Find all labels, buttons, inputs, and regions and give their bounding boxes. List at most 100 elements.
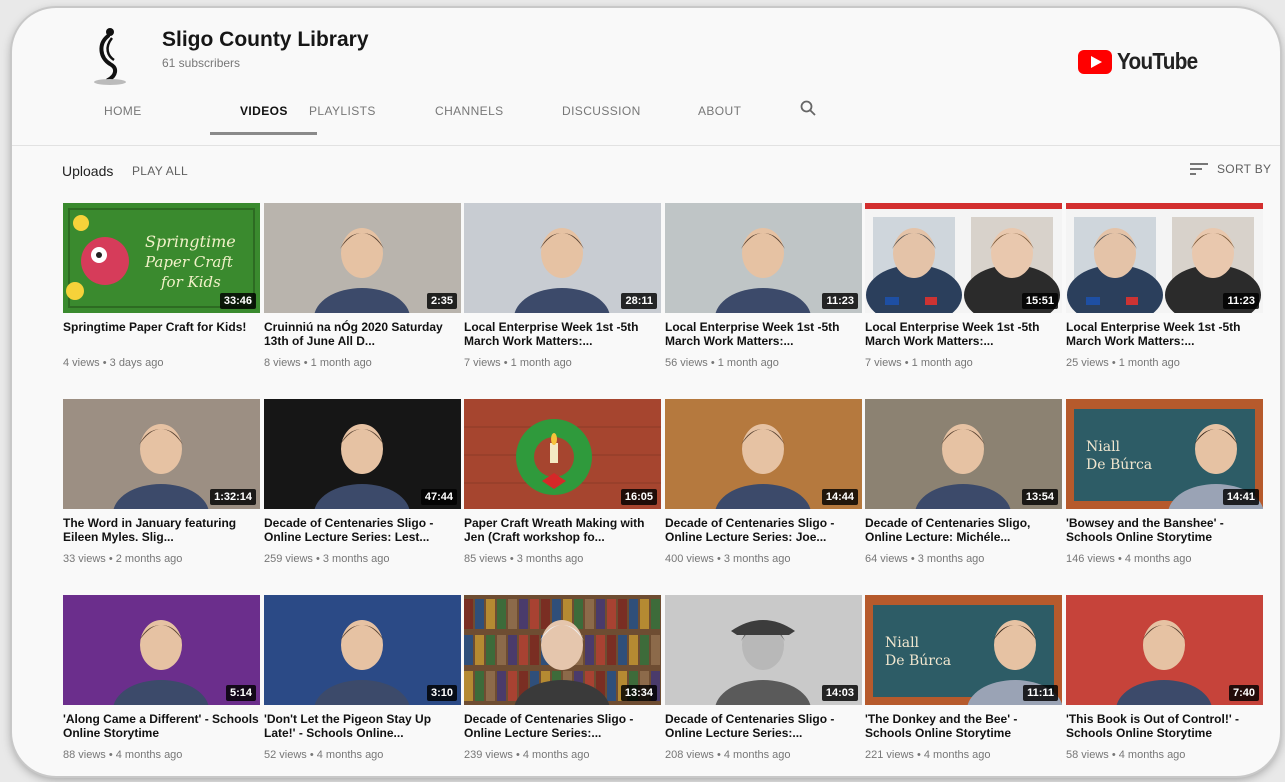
video-title[interactable]: Decade of Centenaries Sligo, Online Lect…	[865, 516, 1062, 544]
video-title[interactable]: Paper Craft Wreath Making with Jen (Craf…	[464, 516, 661, 544]
video-card[interactable]: 14:44 Decade of Centenaries Sligo - Onlin…	[665, 399, 862, 565]
play-all-button[interactable]: PLAY ALL	[132, 164, 188, 178]
video-title[interactable]: The Word in January featuring Eileen Myl…	[63, 516, 260, 544]
video-thumbnail[interactable]: 2:35	[264, 203, 461, 313]
video-card[interactable]: Niall De Búrca 11:11 'The Donkey and the Be…	[865, 595, 1062, 761]
thumb-text: for Kids	[160, 273, 221, 291]
video-title[interactable]: Springtime Paper Craft for Kids!	[63, 320, 260, 348]
search-icon[interactable]	[800, 100, 816, 121]
video-title[interactable]: Cruinniú na nÓg 2020 Saturday 13th of Ju…	[264, 320, 461, 348]
thumb-text: Paper Craft	[144, 253, 234, 271]
youtube-wordmark: YouTube	[1117, 48, 1198, 74]
video-card[interactable]: 2:35 Cruinniú na nÓg 2020 Saturday 13th o…	[264, 203, 461, 369]
video-meta: 7 views • 1 month ago	[865, 357, 973, 369]
tab-about[interactable]: ABOUT	[698, 104, 741, 118]
tab-discussion[interactable]: DISCUSSION	[562, 104, 641, 118]
video-thumbnail[interactable]: 11:23	[665, 203, 862, 313]
video-duration: 3:10	[426, 685, 457, 701]
video-duration: 5:14	[225, 685, 256, 701]
video-title[interactable]: Local Enterprise Week 1st -5th March Wor…	[865, 320, 1062, 348]
video-thumbnail[interactable]: Springtime Paper Craft for Kids 33:46	[63, 203, 260, 313]
video-thumbnail[interactable]: 16:05	[464, 399, 661, 509]
video-duration: 7:40	[1228, 685, 1259, 701]
video-card[interactable]: 5:14 'Along Came a Different' - Schools O…	[63, 595, 260, 761]
uploads-heading: Uploads	[62, 163, 114, 179]
video-title[interactable]: Decade of Centenaries Sligo - Online Lec…	[665, 516, 862, 544]
video-duration: 28:11	[621, 293, 657, 309]
video-duration: 11:23	[1223, 293, 1259, 309]
video-thumbnail[interactable]: 5:14	[63, 595, 260, 705]
video-card[interactable]: 16:05 Paper Craft Wreath Making with Jen …	[464, 399, 661, 565]
sort-by-label: SORT BY	[1217, 162, 1272, 176]
video-card[interactable]: 14:03 Decade of Centenaries Sligo - Onlin…	[665, 595, 862, 761]
youtube-channel-window: Sligo County Library 61 subscribers YouT…	[12, 8, 1280, 776]
video-thumbnail[interactable]: 13:34	[464, 595, 661, 705]
video-duration: 11:23	[822, 293, 858, 309]
tab-channels[interactable]: CHANNELS	[435, 104, 504, 118]
video-meta: 25 views • 1 month ago	[1066, 357, 1180, 369]
video-duration: 14:41	[1222, 489, 1259, 505]
video-thumbnail[interactable]: 14:44	[665, 399, 862, 509]
channel-avatar[interactable]	[84, 22, 136, 88]
video-duration: 33:46	[219, 293, 256, 309]
video-card[interactable]: 15:51 Local Enterprise Week 1st -5th Marc…	[865, 203, 1062, 369]
video-thumbnail[interactable]: 7:40	[1066, 595, 1263, 705]
video-thumbnail[interactable]: 13:54	[865, 399, 1062, 509]
video-card[interactable]: 13:34 Decade of Centenaries Sligo - Onlin…	[464, 595, 661, 761]
video-thumbnail[interactable]: 47:44	[264, 399, 461, 509]
video-thumbnail[interactable]: 11:23	[1066, 203, 1263, 313]
video-thumbnail[interactable]: Niall De Búrca 11:11	[865, 595, 1062, 705]
header-divider	[12, 145, 1280, 146]
tab-home[interactable]: HOME	[104, 104, 142, 118]
video-meta: 259 views • 3 months ago	[264, 553, 390, 565]
sort-icon	[1190, 163, 1208, 175]
video-meta: 52 views • 4 months ago	[264, 749, 384, 761]
video-thumbnail[interactable]: 14:03	[665, 595, 862, 705]
video-thumbnail[interactable]: 28:11	[464, 203, 661, 313]
video-card[interactable]: 13:54 Decade of Centenaries Sligo, Online…	[865, 399, 1062, 565]
video-card[interactable]: 3:10 'Don't Let the Pigeon Stay Up Late!'…	[264, 595, 461, 761]
video-title[interactable]: Decade of Centenaries Sligo - Online Lec…	[665, 712, 862, 740]
video-meta: 8 views • 1 month ago	[264, 357, 372, 369]
video-meta: 208 views • 4 months ago	[665, 749, 791, 761]
video-duration: 1:32:14	[210, 489, 256, 505]
youtube-logo[interactable]: YouTube	[1078, 48, 1206, 75]
video-meta: 146 views • 4 months ago	[1066, 553, 1192, 565]
video-title[interactable]: 'Along Came a Different' - Schools Onlin…	[63, 712, 260, 740]
video-title[interactable]: 'Bowsey and the Banshee' - Schools Onlin…	[1066, 516, 1263, 544]
video-meta: 400 views • 3 months ago	[665, 553, 791, 565]
video-title[interactable]: Local Enterprise Week 1st -5th March Wor…	[1066, 320, 1263, 348]
sort-by-button[interactable]: SORT BY	[1190, 162, 1271, 176]
video-thumbnail[interactable]: Niall De Búrca 14:41	[1066, 399, 1263, 509]
video-card[interactable]: 7:40 'This Book is Out of Control!' - Sch…	[1066, 595, 1263, 761]
video-thumbnail[interactable]: 3:10	[264, 595, 461, 705]
video-title[interactable]: Decade of Centenaries Sligo - Online Lec…	[464, 712, 661, 740]
tab-playlists[interactable]: PLAYLISTS	[309, 104, 376, 118]
video-meta: 7 views • 1 month ago	[464, 357, 572, 369]
video-card[interactable]: 47:44 Decade of Centenaries Sligo - Onlin…	[264, 399, 461, 565]
uploads-bar: Uploads PLAY ALL SORT BY	[12, 156, 1280, 186]
video-card[interactable]: 11:23 Local Enterprise Week 1st -5th Marc…	[665, 203, 862, 369]
thumb-text: Niall	[885, 635, 920, 651]
video-title[interactable]: 'This Book is Out of Control!' - Schools…	[1066, 712, 1263, 740]
video-thumbnail[interactable]: 15:51	[865, 203, 1062, 313]
video-card[interactable]: 11:23 Local Enterprise Week 1st -5th Marc…	[1066, 203, 1263, 369]
video-meta: 33 views • 2 months ago	[63, 553, 183, 565]
video-meta: 64 views • 3 months ago	[865, 553, 985, 565]
video-title[interactable]: 'Don't Let the Pigeon Stay Up Late!' - S…	[264, 712, 461, 740]
video-thumbnail[interactable]: 1:32:14	[63, 399, 260, 509]
video-meta: 56 views • 1 month ago	[665, 357, 779, 369]
tab-videos[interactable]: VIDEOS	[240, 104, 288, 118]
thumb-text: De Búrca	[1086, 457, 1152, 473]
video-title[interactable]: 'The Donkey and the Bee' - Schools Onlin…	[865, 712, 1062, 740]
video-title[interactable]: Local Enterprise Week 1st -5th March Wor…	[665, 320, 862, 348]
video-card[interactable]: 28:11 Local Enterprise Week 1st -5th Marc…	[464, 203, 661, 369]
video-card[interactable]: Niall De Búrca 14:41 'Bowsey and the Banshe…	[1066, 399, 1263, 565]
video-title[interactable]: Local Enterprise Week 1st -5th March Wor…	[464, 320, 661, 348]
video-card[interactable]: 1:32:14 The Word in January featuring Eil…	[63, 399, 260, 565]
video-card[interactable]: Springtime Paper Craft for Kids 33:46 Spring…	[63, 203, 260, 369]
video-title[interactable]: Decade of Centenaries Sligo - Online Lec…	[264, 516, 461, 544]
video-duration: 2:35	[426, 293, 457, 309]
thumb-text: Springtime	[145, 232, 236, 251]
video-meta: 85 views • 3 months ago	[464, 553, 584, 565]
